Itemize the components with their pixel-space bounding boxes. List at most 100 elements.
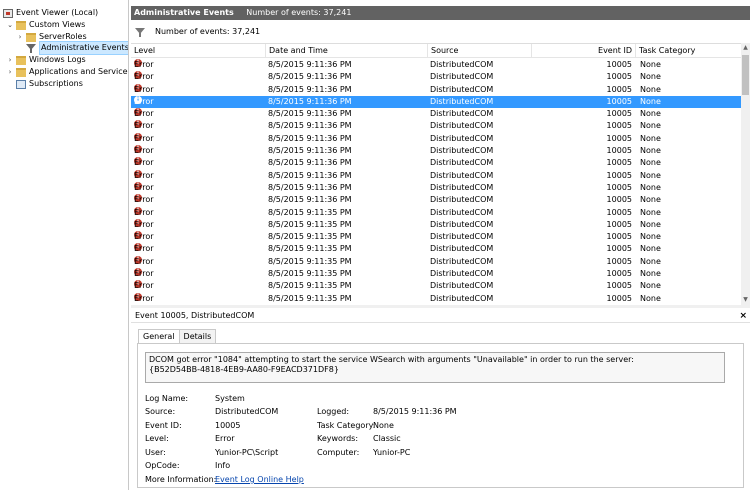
column-header-event-id[interactable]: Event ID: [531, 44, 635, 58]
date-cell: 8/5/2015 9:11:35 PM: [268, 232, 352, 242]
close-icon[interactable]: ×: [739, 309, 747, 323]
task-category-cell: None: [640, 269, 661, 279]
table-row[interactable]: ! Error 8/5/2015 9:11:35 PM DistributedCOM 1…: [131, 268, 741, 280]
table-row[interactable]: ! Error 8/5/2015 9:11:35 PM DistributedCOM 1…: [131, 218, 741, 231]
tree-item-applications-services[interactable]: › Applications and Services Lo: [6, 66, 129, 78]
table-row[interactable]: ! Error 8/5/2015 9:11:35 PM DistributedCOM 1…: [131, 243, 741, 255]
chevron-right-icon[interactable]: ›: [6, 56, 14, 64]
table-row[interactable]: ! Error 8/5/2015 9:11:35 PM DistributedCOM 1…: [131, 292, 741, 305]
level-text: Error: [134, 133, 154, 143]
table-row[interactable]: ! Error 8/5/2015 9:11:36 PM DistributedCOM 1…: [131, 145, 741, 157]
event-id-cell: 10005: [606, 109, 632, 119]
task-category-cell: None: [640, 281, 661, 291]
level-text: Error: [134, 158, 154, 168]
source-cell: DistributedCOM: [430, 133, 494, 143]
level-text: Error: [134, 269, 154, 279]
table-row[interactable]: ! Error 8/5/2015 9:11:35 PM DistributedCOM 1…: [131, 206, 741, 219]
level-text: Error: [134, 207, 154, 217]
chevron-right-icon[interactable]: ›: [6, 68, 14, 76]
table-row[interactable]: ! Error 8/5/2015 9:11:36 PM DistributedCOM 1…: [131, 181, 741, 194]
date-cell: 8/5/2015 9:11:35 PM: [268, 269, 352, 279]
source-cell: DistributedCOM: [430, 96, 494, 106]
date-cell: 8/5/2015 9:11:35 PM: [268, 256, 352, 266]
tree-item-custom-views[interactable]: ⌄ Custom Views: [6, 19, 85, 31]
source-cell: DistributedCOM: [430, 72, 494, 82]
scroll-up-icon[interactable]: ▲: [742, 44, 749, 52]
tree-item-windows-logs[interactable]: › Windows Logs: [6, 54, 86, 66]
computer-value: Yunior-PC: [373, 448, 411, 457]
tree-item-subscriptions[interactable]: Subscriptions: [16, 78, 83, 90]
view-header: Administrative Events Number of events: …: [131, 6, 750, 20]
table-row[interactable]: ! Error 8/5/2015 9:11:35 PM DistributedCOM 1…: [131, 231, 741, 243]
tree-item-administrative-events[interactable]: Administrative Events: [26, 41, 128, 55]
table-row[interactable]: ! Error 8/5/2015 9:11:36 PM DistributedCOM 1…: [131, 157, 741, 169]
view-title: Administrative Events: [134, 8, 234, 17]
date-cell: 8/5/2015 9:11:35 PM: [268, 219, 352, 229]
tree-item-label: Custom Views: [29, 20, 86, 29]
table-row[interactable]: ! Error 8/5/2015 9:11:36 PM DistributedCOM 1…: [131, 108, 741, 120]
date-cell: 8/5/2015 9:11:36 PM: [268, 84, 352, 94]
source-value: DistributedCOM: [215, 407, 279, 416]
event-id-cell: 10005: [606, 256, 632, 266]
table-row[interactable]: ! Error 8/5/2015 9:11:36 PM DistributedCOM 1…: [131, 194, 741, 206]
event-id-cell: 10005: [606, 158, 632, 168]
source-cell: DistributedCOM: [430, 121, 494, 131]
level-text: Error: [134, 121, 154, 131]
date-cell: 8/5/2015 9:11:36 PM: [268, 121, 352, 131]
chevron-right-icon[interactable]: ›: [16, 33, 24, 41]
chevron-down-icon[interactable]: ⌄: [6, 21, 14, 29]
event-id-cell: 10005: [606, 96, 632, 106]
table-row[interactable]: ! Error 8/5/2015 9:11:36 PM DistributedCOM 1…: [131, 120, 741, 132]
level-text: Error: [134, 60, 154, 69]
task-category-cell: None: [640, 256, 661, 266]
source-cell: DistributedCOM: [430, 207, 494, 217]
filter-icon[interactable]: [135, 27, 145, 37]
log-name-label: Log Name:: [145, 394, 189, 403]
column-header-source[interactable]: Source: [427, 44, 531, 58]
event-viewer-icon: [3, 8, 13, 18]
table-row[interactable]: i Error 8/5/2015 9:11:36 PM DistributedCOM 1…: [131, 95, 741, 109]
opcode-value: Info: [215, 461, 231, 470]
source-cell: DistributedCOM: [430, 219, 494, 229]
vertical-scrollbar[interactable]: ▲ ▼: [741, 43, 750, 305]
scroll-thumb[interactable]: [742, 55, 749, 95]
table-row[interactable]: ! Error 8/5/2015 9:11:36 PM DistributedCOM 1…: [131, 83, 741, 96]
task-category-cell: None: [640, 158, 661, 168]
column-header-level[interactable]: Level: [131, 44, 265, 58]
table-row[interactable]: ! Error 8/5/2015 9:11:35 PM DistributedCOM 1…: [131, 255, 741, 268]
date-cell: 8/5/2015 9:11:36 PM: [268, 72, 352, 82]
event-message[interactable]: DCOM got error "1084" attempting to star…: [145, 352, 725, 383]
source-cell: DistributedCOM: [430, 293, 494, 303]
task-category-cell: None: [640, 195, 661, 205]
navigation-tree: Event Viewer (Local) ⌄ Custom Views › Se…: [0, 0, 129, 490]
level-text: Error: [134, 72, 154, 82]
source-cell: DistributedCOM: [430, 182, 494, 192]
pane-splitter[interactable]: [131, 305, 750, 308]
task-category-cell: None: [640, 293, 661, 303]
tree-item-event-viewer[interactable]: Event Viewer (Local): [3, 7, 98, 19]
filter-icon: [26, 43, 36, 53]
task-category-cell: None: [640, 72, 661, 82]
task-category-cell: None: [640, 84, 661, 94]
source-cell: DistributedCOM: [430, 158, 494, 168]
tab-details[interactable]: Details: [178, 329, 217, 343]
table-row[interactable]: ! Error 8/5/2015 9:11:36 PM DistributedCOM 1…: [131, 169, 741, 182]
table-row[interactable]: ! Error 8/5/2015 9:11:36 PM DistributedCOM 1…: [131, 71, 741, 83]
opcode-label: OpCode:: [145, 461, 180, 470]
source-label: Source:: [145, 407, 176, 416]
event-log-help-link[interactable]: Event Log Online Help: [215, 475, 304, 485]
table-row[interactable]: ! Error 8/5/2015 9:11:36 PM DistributedCOM 1…: [131, 132, 741, 145]
tree-item-label: Applications and Services Lo: [29, 67, 129, 76]
column-header-date[interactable]: Date and Time: [265, 44, 427, 58]
tab-general[interactable]: General: [138, 329, 180, 344]
table-row[interactable]: ! Error 8/5/2015 9:11:35 PM DistributedCOM 1…: [131, 280, 741, 292]
detail-tabs: General Details: [138, 329, 217, 344]
task-category-cell: None: [640, 232, 661, 242]
table-row[interactable]: ! Error 8/5/2015 9:11:36 PM DistributedCOM 1…: [131, 59, 741, 71]
source-cell: DistributedCOM: [430, 146, 494, 156]
scroll-down-icon[interactable]: ▼: [742, 296, 749, 304]
level-text: Error: [134, 84, 154, 94]
message-guid: {B52D54BB-4818-4EB9-AA80-F9EACD371DF8}: [149, 365, 339, 374]
date-cell: 8/5/2015 9:11:36 PM: [268, 96, 352, 106]
column-header-task-category[interactable]: Task Category: [635, 44, 750, 58]
